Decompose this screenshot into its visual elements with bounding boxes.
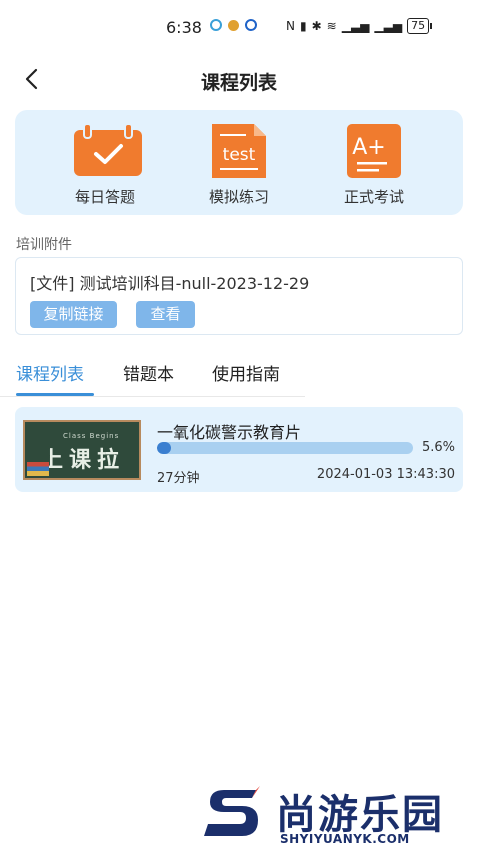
check-calendar-icon <box>70 122 142 178</box>
attachments-section-label: 培训附件 <box>16 237 72 253</box>
tab-course-list[interactable]: 课程列表 <box>16 360 84 385</box>
icon-text: test <box>223 145 256 165</box>
vibrate-icon: ▮ <box>299 19 307 33</box>
mode-card: 每日答题 test 模拟练习 A+ 正式考试 <box>15 110 463 215</box>
notification-icons <box>210 19 257 31</box>
course-list-item[interactable]: Class Begins 上课拉 一氧化碳警示教育片 5.6% 27分钟 202… <box>15 407 463 492</box>
nfc-icon: N <box>286 19 295 33</box>
watermark-subtext: SHYIYUANYK.COM <box>280 832 410 846</box>
exam-button[interactable]: A+ 正式考试 <box>319 122 429 207</box>
icon-text: A+ <box>352 135 385 160</box>
mode-label: 每日答题 <box>74 188 135 206</box>
mode-label: 正式考试 <box>343 188 404 206</box>
practice-button[interactable]: test 模拟练习 <box>184 122 294 207</box>
course-title: 一氧化碳警示教育片 <box>157 423 302 442</box>
page-title: 课程列表 <box>200 72 277 94</box>
progress-percent: 5.6% <box>421 440 455 455</box>
progress-fill <box>157 442 172 454</box>
tab-user-guide[interactable]: 使用指南 <box>212 360 280 385</box>
course-duration: 27分钟 <box>157 471 200 486</box>
message-icon <box>245 19 257 31</box>
system-icons: N ▮ ✱ ≋ ▁▃▅ ▁▃▅ 75 <box>286 18 433 34</box>
tab-wrong-answers[interactable]: 错题本 <box>123 360 174 385</box>
view-button[interactable]: 查看 <box>136 301 195 328</box>
mode-label: 模拟练习 <box>208 188 269 206</box>
progress-bar <box>157 442 413 454</box>
watermark-logo: 尚游乐园 SHYIYUANYK.COM <box>196 782 478 850</box>
status-bar: 6:38 N ▮ ✱ ≋ ▁▃▅ ▁▃▅ 75 <box>0 0 478 56</box>
status-time: 6:38 <box>166 18 202 37</box>
signal-icon: ▁▃▅ <box>341 19 370 33</box>
s-logo-icon <box>204 786 260 836</box>
attachment-file-text: [文件] 测试培训科目-null-2023-12-29 <box>30 274 310 293</box>
active-tab-indicator <box>16 393 94 396</box>
wifi-icon: ≋ <box>326 19 337 33</box>
sync-icon <box>210 19 222 31</box>
exam-grade-icon: A+ <box>339 122 409 178</box>
nav-bar: 课程列表 <box>0 58 478 102</box>
course-date: 2024-01-03 13:43:30 <box>316 467 455 482</box>
course-thumbnail: Class Begins 上课拉 <box>23 420 141 480</box>
thumbnail-small-text: Class Begins <box>63 432 120 440</box>
test-document-icon: test <box>204 122 274 178</box>
app-notification-icon <box>228 19 239 31</box>
copy-link-button[interactable]: 复制链接 <box>30 301 117 328</box>
tab-bar: 课程列表 错题本 使用指南 <box>0 352 478 397</box>
thumbnail-big-text: 上课拉 <box>41 448 126 473</box>
signal-2-icon: ▁▃▅ <box>374 19 403 33</box>
attachment-card: [文件] 测试培训科目-null-2023-12-29 复制链接 查看 <box>15 257 463 335</box>
tab-divider <box>0 396 305 397</box>
bluetooth-icon: ✱ <box>311 19 322 33</box>
daily-quiz-button[interactable]: 每日答题 <box>50 122 160 207</box>
books-icon <box>27 462 49 476</box>
battery-icon: 75 <box>407 18 433 34</box>
